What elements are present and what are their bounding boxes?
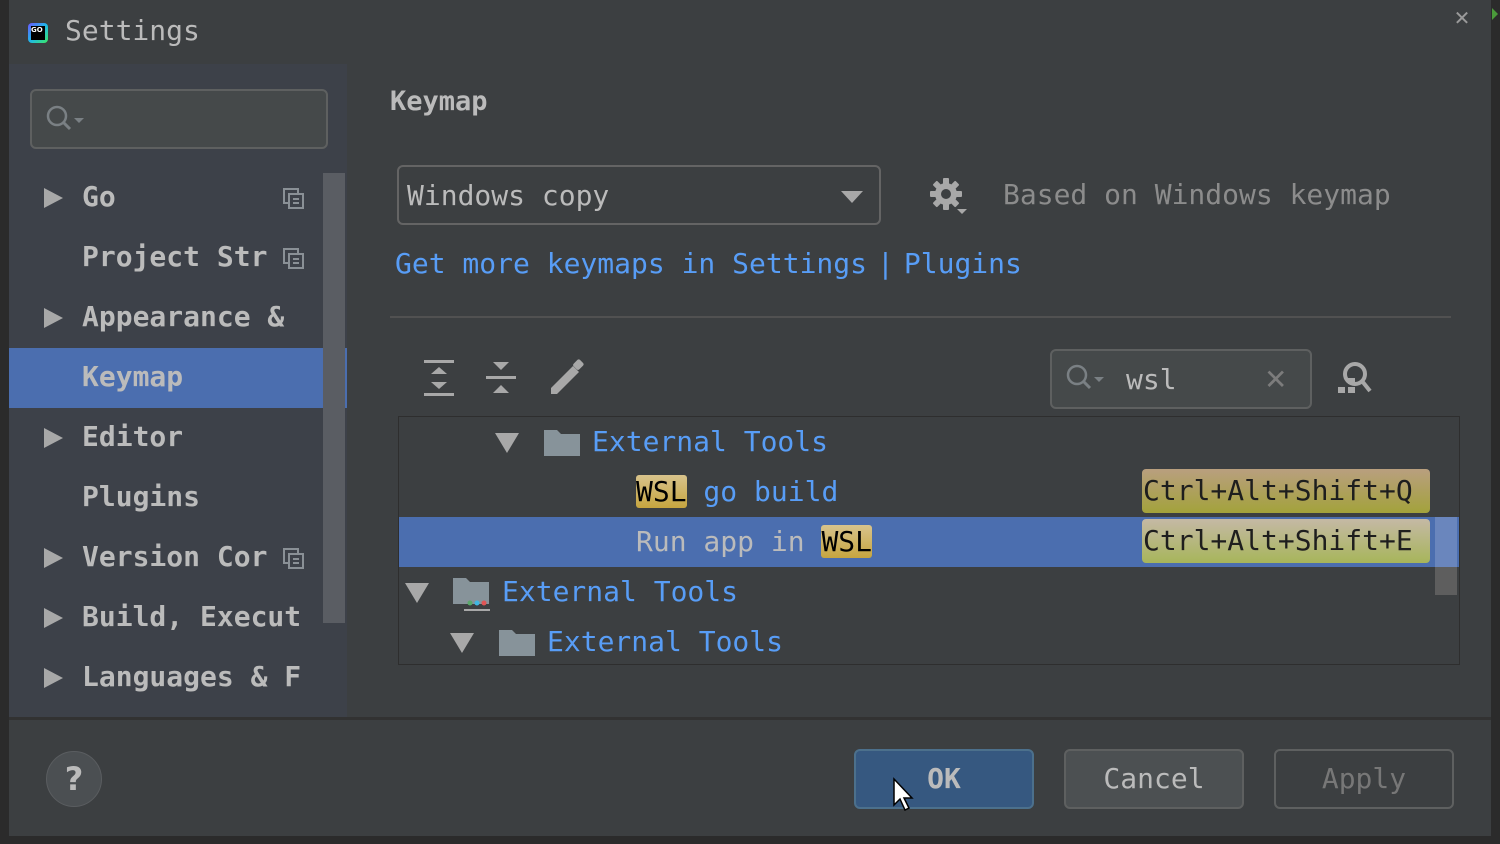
folder-icon [544, 430, 580, 456]
scrollbar-track [1435, 517, 1457, 567]
tree-row-label: WSL go build [636, 475, 838, 508]
settings-sidebar: Go Project Str Appearance & Keymap Edito… [9, 64, 347, 717]
external-tools-icon [453, 578, 490, 611]
gear-icon[interactable] [929, 177, 969, 217]
tree-row-label: Run app in WSL [636, 525, 873, 558]
project-settings-icon [283, 248, 304, 269]
search-highlight: WSL [636, 475, 687, 508]
project-settings-icon [283, 548, 304, 569]
close-button[interactable]: ✕ [1452, 8, 1472, 28]
expand-arrow-icon[interactable] [44, 668, 63, 688]
ok-button[interactable]: OK [854, 749, 1034, 809]
search-icon [46, 105, 84, 131]
expand-arrow-icon[interactable] [44, 188, 63, 208]
sidebar-item-project-structure[interactable]: Project Str [9, 228, 347, 288]
run-indicator-icon [1492, 8, 1498, 20]
filter-value: wsl [1126, 363, 1177, 396]
sidebar-item-version-control[interactable]: Version Cor [9, 528, 347, 588]
chevron-down-icon [841, 191, 863, 203]
keymap-dropdown[interactable]: Windows copy [397, 165, 881, 225]
settings-search-input[interactable] [30, 89, 328, 149]
tree-row-action[interactable]: WSL go build Ctrl+Alt+Shift+Q [399, 467, 1459, 517]
sidebar-item-appearance[interactable]: Appearance & [9, 288, 347, 348]
sidebar-item-label: Project Str [82, 240, 268, 273]
sidebar-item-label: Editor [82, 420, 184, 453]
expand-arrow-icon[interactable] [405, 583, 429, 603]
sidebar-item-label: Languages & F [82, 660, 302, 693]
shortcut-badge: Ctrl+Alt+Shift+Q [1142, 469, 1430, 513]
expand-arrow-icon[interactable] [44, 608, 63, 628]
sidebar-item-build-execution[interactable]: Build, Execut [9, 588, 347, 648]
tree-row-action-selected[interactable]: Run app in WSL Ctrl+Alt+Shift+E [399, 517, 1459, 567]
goland-icon: GO [28, 23, 48, 43]
sidebar-item-label: Plugins [82, 480, 201, 513]
divider [390, 316, 1451, 318]
sidebar-scrollbar[interactable] [323, 173, 345, 623]
sidebar-item-plugins[interactable]: Plugins [9, 468, 347, 528]
sidebar-item-label: Keymap [82, 360, 184, 393]
apply-button[interactable]: Apply [1274, 749, 1454, 809]
sidebar-item-label: Go [82, 180, 116, 213]
project-settings-icon [283, 188, 304, 209]
tree-row-folder[interactable]: External Tools [399, 617, 1459, 664]
expand-arrow-icon[interactable] [44, 548, 63, 568]
sidebar-item-go[interactable]: Go [9, 168, 347, 228]
search-icon [1066, 364, 1104, 390]
sidebar-item-languages[interactable]: Languages & F [9, 648, 347, 708]
sidebar-item-editor[interactable]: Editor [9, 408, 347, 468]
edit-icon[interactable] [547, 358, 587, 398]
tree-row-label: External Tools [592, 425, 829, 458]
based-on-label: Based on Windows keymap [1003, 178, 1391, 211]
mouse-cursor-icon [893, 777, 914, 812]
folder-icon [499, 630, 535, 656]
tree-row-label: External Tools [547, 625, 784, 658]
dialog-title: Settings [65, 14, 200, 47]
expand-arrow-icon[interactable] [450, 633, 474, 653]
collapse-all-icon[interactable] [481, 358, 521, 398]
expand-arrow-icon[interactable] [44, 308, 63, 328]
action-name: Run app in [636, 525, 822, 558]
keymap-dropdown-value: Windows copy [407, 179, 610, 212]
cancel-button[interactable]: Cancel [1064, 749, 1244, 809]
link-separator: | [877, 247, 894, 280]
title-bar: GO Settings ✕ [9, 0, 1491, 64]
keymap-links: Get more keymaps in Settings | Plugins [395, 247, 1022, 280]
get-more-keymaps-link[interactable]: Get more keymaps in Settings [395, 247, 867, 280]
sidebar-item-label: Appearance & [82, 300, 285, 333]
tree-row-label: External Tools [502, 575, 739, 608]
expand-all-icon[interactable] [419, 358, 459, 398]
keymap-panel: Keymap Windows copy Based on Windows key… [347, 64, 1491, 717]
sidebar-item-label: Version Cor [82, 540, 268, 573]
shortcut-filter-input[interactable]: wsl ✕ [1050, 349, 1312, 409]
find-by-shortcut-icon[interactable] [1335, 359, 1377, 399]
sidebar-item-keymap[interactable]: Keymap [9, 348, 347, 408]
sidebar-item-label: Build, Execut [82, 600, 302, 633]
dialog-footer: ? OK Cancel Apply [9, 717, 1491, 836]
search-highlight: WSL [821, 525, 873, 558]
plugins-link[interactable]: Plugins [904, 247, 1022, 280]
expand-arrow-icon[interactable] [44, 428, 63, 448]
expand-arrow-icon[interactable] [495, 433, 519, 453]
help-button[interactable]: ? [46, 751, 102, 807]
background-edge [1491, 0, 1500, 844]
tree-row-folder[interactable]: External Tools [399, 417, 1459, 467]
clear-icon[interactable]: ✕ [1264, 363, 1287, 396]
page-title: Keymap [390, 86, 488, 117]
keymap-actions-tree: External Tools WSL go build Ctrl+Alt+Shi… [398, 416, 1460, 665]
tree-row-tools-root[interactable]: External Tools [399, 567, 1459, 617]
action-name: go build [686, 475, 839, 508]
settings-dialog: GO Settings ✕ Go Project Str Appearance … [9, 0, 1491, 836]
shortcut-badge: Ctrl+Alt+Shift+E [1142, 519, 1430, 563]
